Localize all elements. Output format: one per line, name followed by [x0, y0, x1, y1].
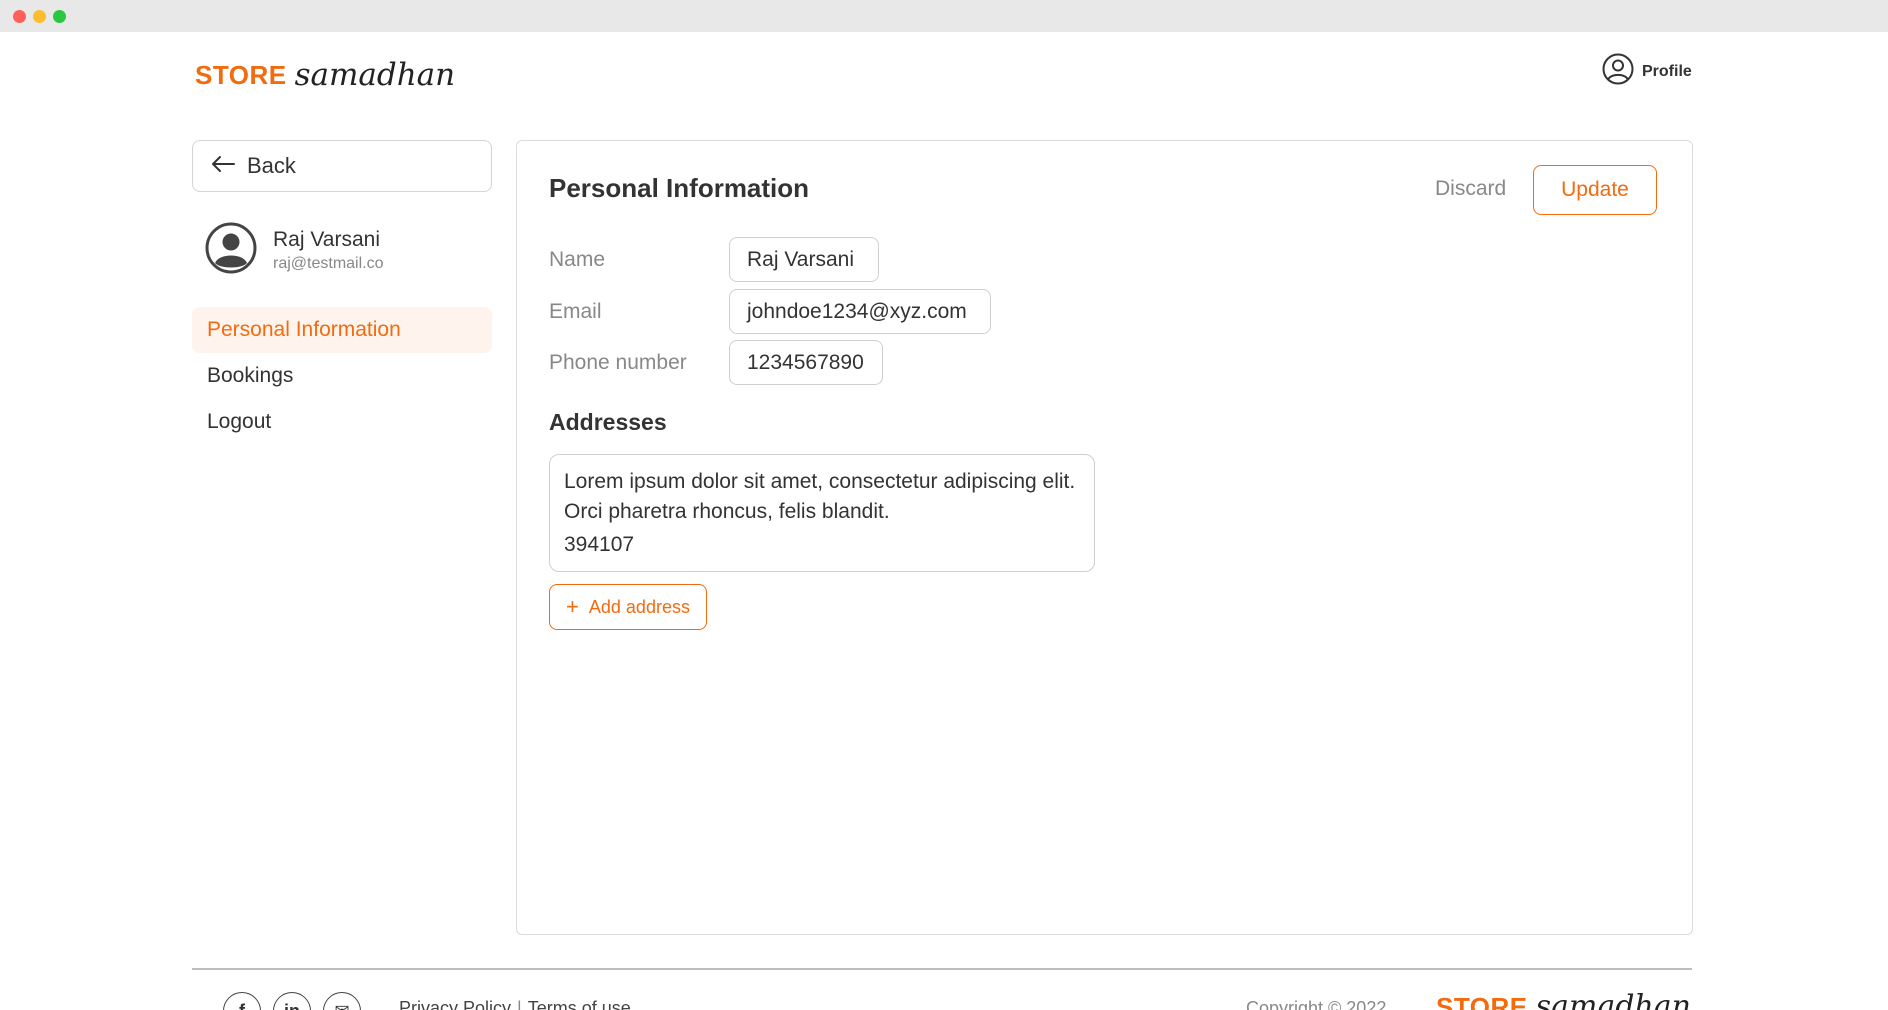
user-card: Raj Varsani raj@testmail.co: [205, 222, 384, 279]
footer-logo-store-text: STORE: [1436, 992, 1528, 1010]
facebook-icon[interactable]: f: [223, 992, 261, 1010]
window-titlebar: [0, 0, 1888, 32]
footer-logo: STORE samadhan: [1436, 992, 1691, 1010]
back-button[interactable]: Back: [192, 140, 492, 192]
email-row: Email johndoe1234@xyz.com: [549, 289, 991, 334]
address-text: Lorem ipsum dolor sit amet, consectetur …: [564, 470, 1076, 523]
name-row: Name Raj Varsani: [549, 237, 879, 282]
phone-row: Phone number 1234567890: [549, 340, 883, 385]
email-label: Email: [549, 299, 602, 323]
name-label: Name: [549, 247, 606, 271]
maximize-window-button[interactable]: [53, 10, 66, 23]
name-field[interactable]: Raj Varsani: [729, 237, 879, 282]
footer-links: Privacy Policy | Terms of use: [399, 998, 631, 1010]
page-title: Personal Information: [549, 173, 810, 203]
user-circle-icon: [1602, 53, 1634, 90]
footer-divider: [192, 968, 1692, 970]
user-name: Raj Varsani: [273, 228, 380, 251]
avatar: [205, 222, 257, 279]
footer-logo-script-text: samadhan: [1535, 989, 1691, 1010]
arrow-left-icon: [211, 153, 235, 179]
add-address-button[interactable]: + Add address: [549, 584, 707, 630]
back-label: Back: [247, 153, 296, 178]
close-window-button[interactable]: [13, 10, 26, 23]
terms-of-use-link[interactable]: Terms of use: [528, 998, 631, 1010]
copyright-text: Copyright © 2022: [1246, 998, 1387, 1010]
address-pincode: 394107: [564, 533, 635, 556]
minimize-window-button[interactable]: [33, 10, 46, 23]
update-button[interactable]: Update: [1533, 165, 1657, 215]
footer-link-separator: |: [517, 998, 522, 1010]
logo-store-text: STORE: [195, 60, 287, 90]
personal-information-panel: Personal Information Discard Update Name…: [516, 140, 1693, 935]
logo-script-text: samadhan: [294, 57, 456, 93]
plus-icon: +: [566, 594, 579, 619]
profile-link[interactable]: Profile: [1602, 53, 1692, 90]
mail-icon[interactable]: ✉: [323, 992, 361, 1010]
profile-label: Profile: [1642, 62, 1692, 80]
linkedin-icon[interactable]: in: [273, 992, 311, 1010]
phone-label: Phone number: [549, 350, 687, 374]
add-address-label: Add address: [588, 596, 690, 617]
address-card[interactable]: Lorem ipsum dolor sit amet, consectetur …: [549, 454, 1095, 572]
sidebar-item-logout[interactable]: Logout: [192, 399, 492, 445]
email-field[interactable]: johndoe1234@xyz.com: [729, 289, 991, 334]
brand-logo[interactable]: STORE samadhan: [195, 50, 456, 93]
phone-field[interactable]: 1234567890: [729, 340, 883, 385]
user-email: raj@testmail.co: [273, 255, 384, 272]
privacy-policy-link[interactable]: Privacy Policy: [399, 998, 511, 1010]
discard-button[interactable]: Discard: [1435, 177, 1506, 201]
sidebar-item-bookings[interactable]: Bookings: [192, 353, 492, 399]
sidebar-item-personal-information[interactable]: Personal Information: [192, 307, 492, 353]
addresses-heading: Addresses: [549, 409, 667, 435]
sidebar-nav: Personal Information Bookings Logout: [192, 307, 492, 445]
